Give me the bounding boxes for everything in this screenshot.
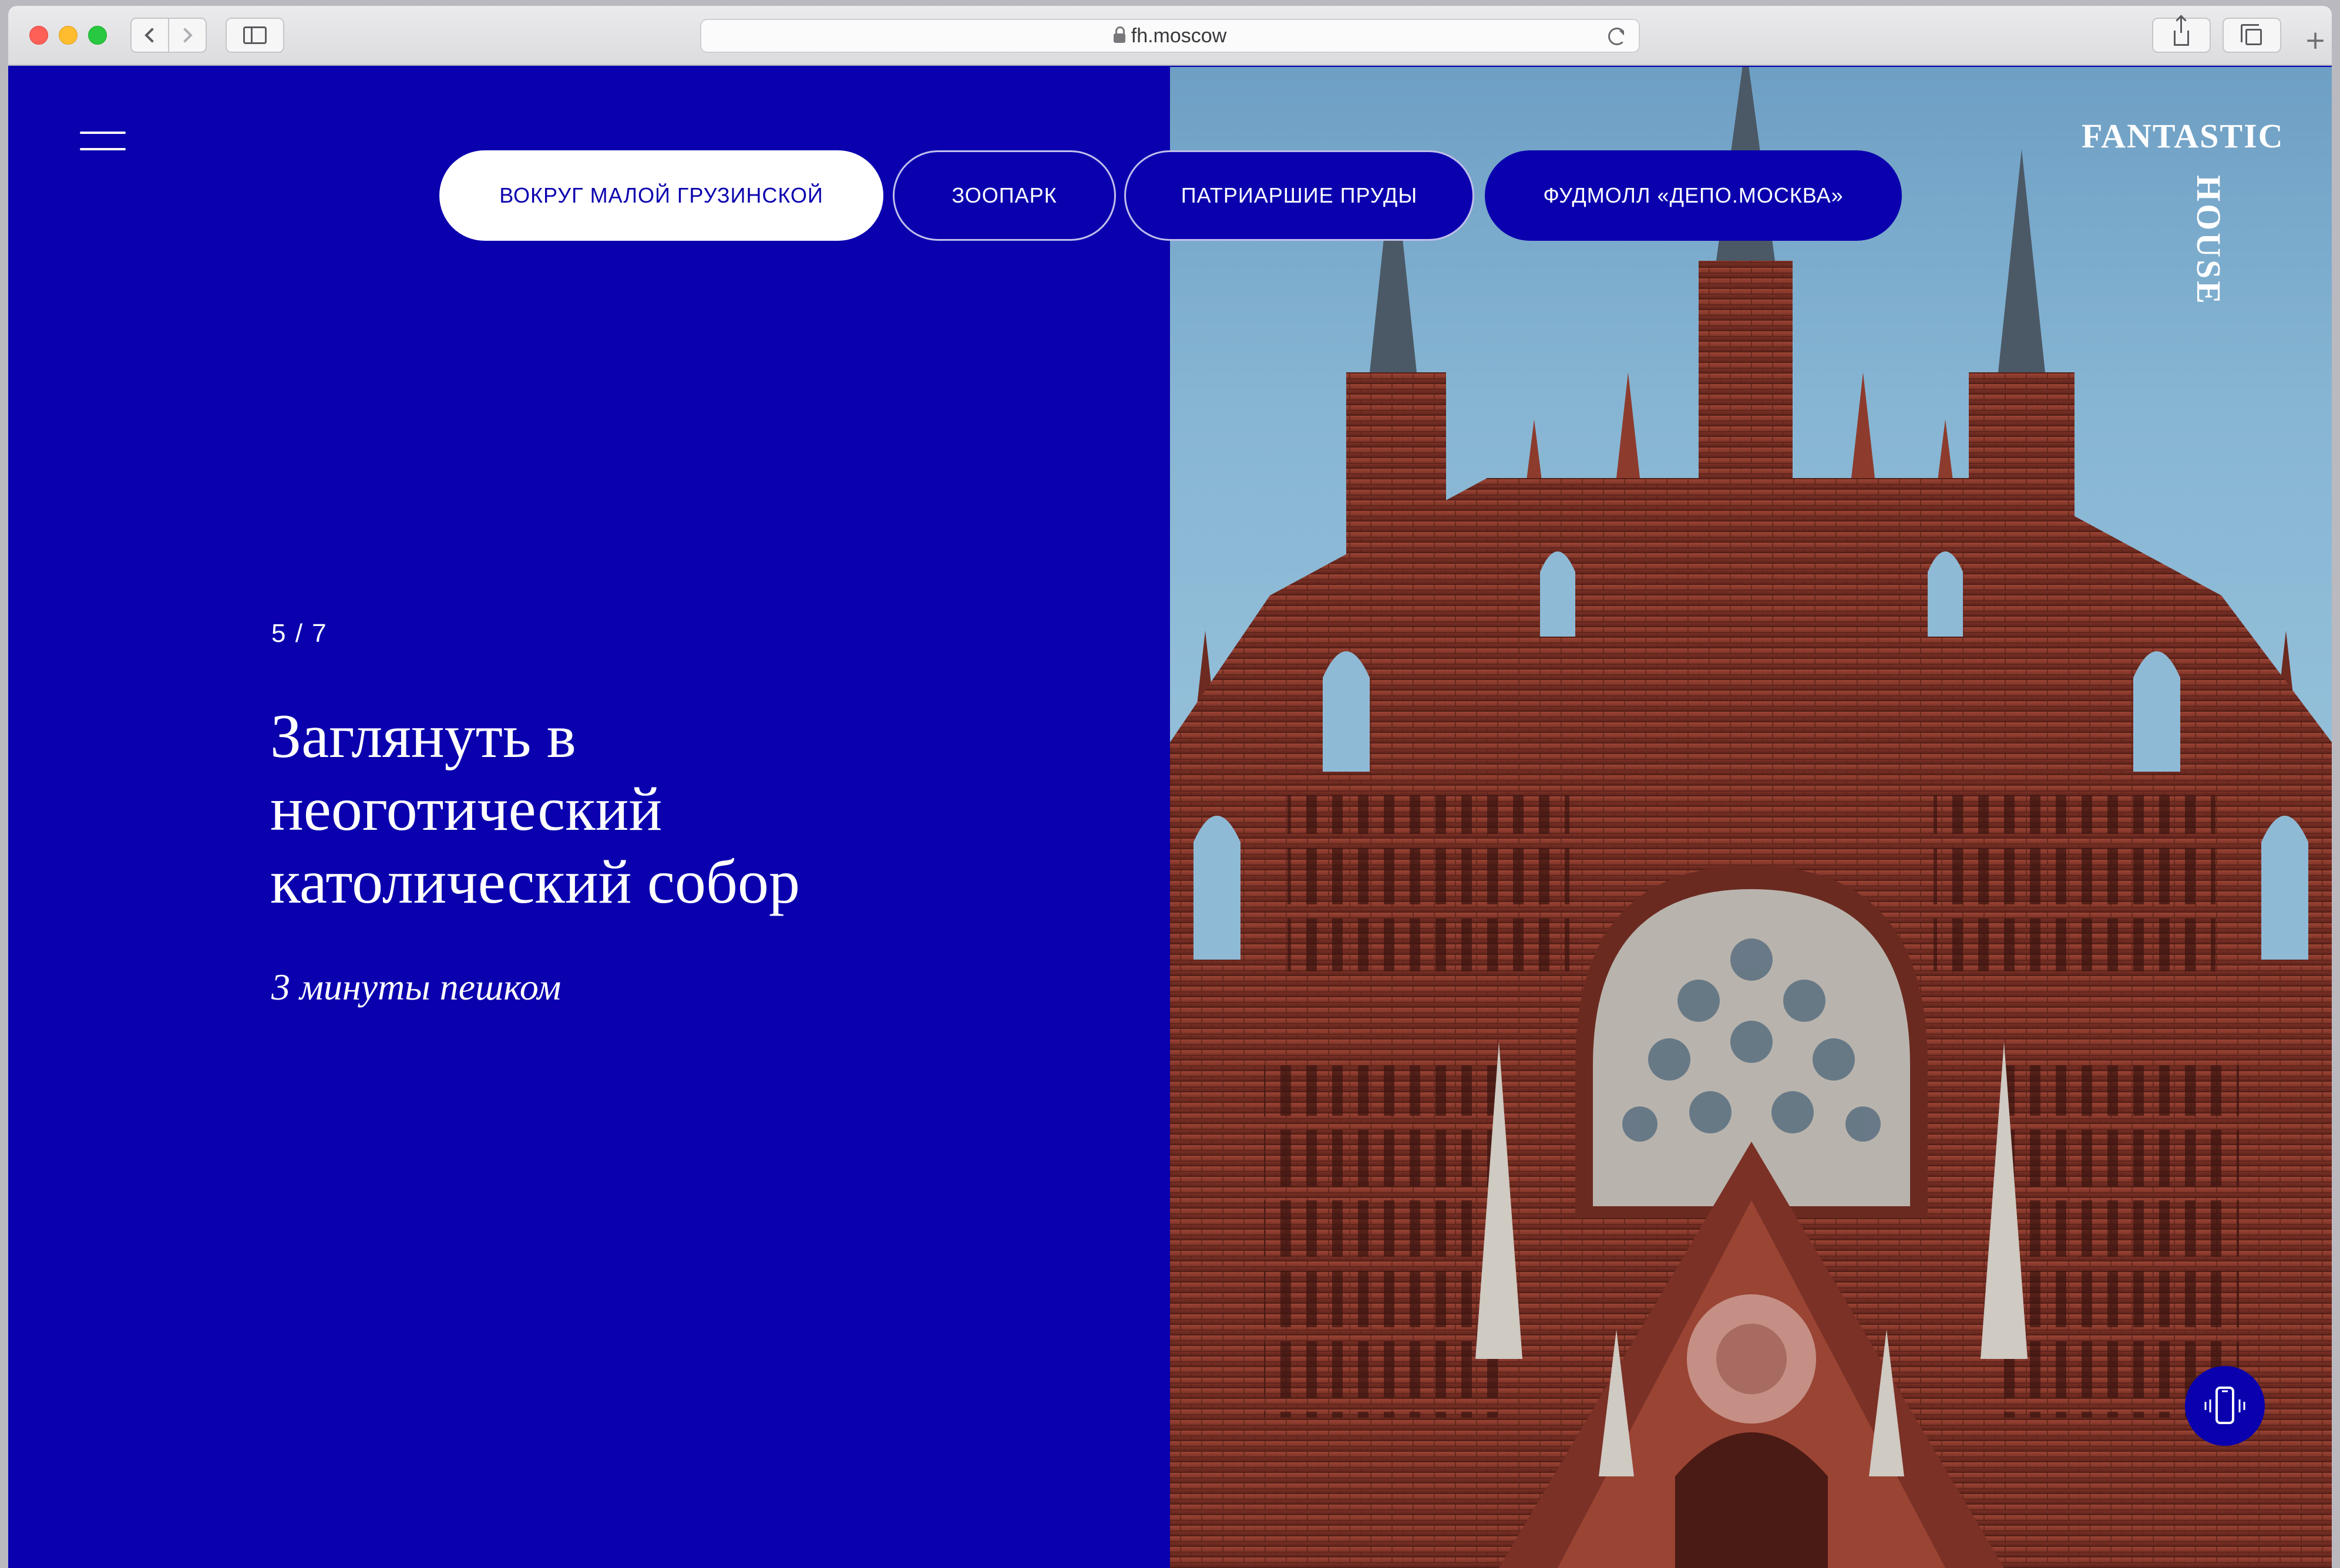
new-tab-button[interactable]: + <box>2299 23 2332 56</box>
slide-headline: Заглянуть в неоготический католический с… <box>270 702 800 916</box>
sidebar-icon <box>243 26 267 44</box>
minimize-window-button[interactable] <box>59 26 78 45</box>
fantastic-house-logo[interactable]: FANTASTIC HOUSE <box>2082 116 2283 307</box>
menu-button[interactable] <box>80 128 126 154</box>
tab-patriarch-ponds[interactable]: ПАТРИАРШИЕ ПРУДЫ <box>1124 150 1474 241</box>
browser-toolbar: fh.moscow + <box>8 6 2332 66</box>
back-button[interactable] <box>130 18 169 53</box>
slide-counter: 5 / 7 <box>271 619 328 648</box>
page-content: 5 / 7 Заглянуть в неоготический католиче… <box>8 67 2332 1568</box>
hamburger-icon <box>80 132 126 134</box>
slide-distance: 3 минуты пешком <box>271 966 562 1008</box>
lock-icon <box>1113 26 1125 43</box>
forward-button[interactable] <box>168 18 207 53</box>
sidebar-toggle-button[interactable] <box>226 18 284 53</box>
chevron-left-icon <box>144 28 160 43</box>
address-bar[interactable]: fh.moscow <box>700 19 1640 53</box>
tab-overview-button[interactable] <box>2223 18 2281 53</box>
zoom-window-button[interactable] <box>88 26 107 45</box>
call-button[interactable] <box>2185 1366 2265 1446</box>
tab-around-malaya-gruzinskaya[interactable]: ВОКРУГ МАЛОЙ ГРУЗИНСКОЙ <box>439 150 883 241</box>
logo-text-side: HOUSE <box>2190 175 2228 307</box>
hamburger-icon-line <box>80 148 126 150</box>
chevron-right-icon <box>177 28 193 43</box>
info-panel: 5 / 7 Заглянуть в неоготический католиче… <box>8 67 1170 1568</box>
phone-icon <box>2204 1387 2245 1424</box>
tab-zoo[interactable]: ЗООПАРК <box>893 150 1116 241</box>
share-button[interactable] <box>2152 18 2211 53</box>
tabs-icon <box>2241 24 2262 45</box>
tab-depo-moskva-foodmall[interactable]: ФУДМОЛЛ «ДЕПО.МОСКВА» <box>1485 150 1902 241</box>
reload-icon[interactable] <box>1608 28 1626 45</box>
close-window-button[interactable] <box>29 26 48 45</box>
share-icon <box>2174 18 2189 46</box>
url-text: fh.moscow <box>1131 24 1227 47</box>
browser-window: fh.moscow + 5 / 7 Заглянуть в неоготичес… <box>8 6 2332 1568</box>
logo-text-top: FANTASTIC <box>2082 117 2284 155</box>
